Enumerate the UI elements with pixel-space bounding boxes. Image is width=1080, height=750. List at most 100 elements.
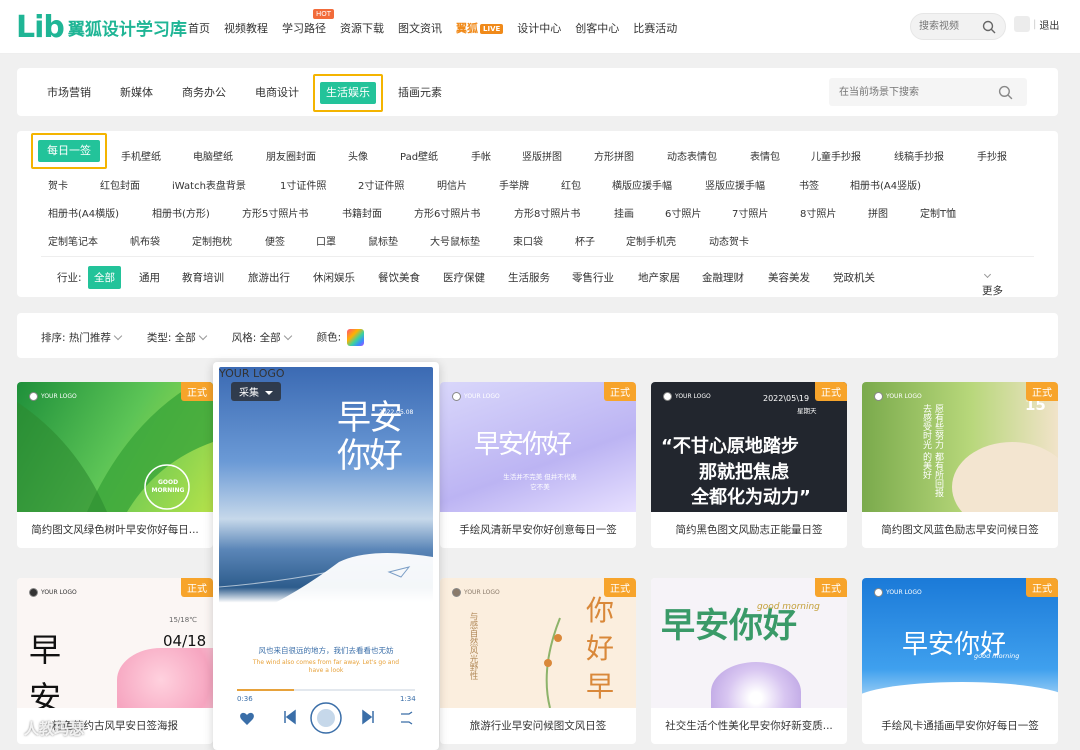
card-title[interactable]: 简约图文风蓝色励志早安问候日签 — [862, 512, 1058, 548]
tag-item[interactable]: 横版应援手幅 — [612, 177, 672, 192]
tag-item[interactable]: 书籍封面 — [342, 205, 382, 220]
tag-item[interactable]: 手机壁纸 — [121, 148, 161, 163]
template-card-hovered[interactable]: YOUR LOGO 2022.05.08 早安你好 风也来自很远的地方，我们去看… — [213, 362, 439, 750]
collect-button[interactable]: 采集 — [231, 382, 281, 401]
industry-item[interactable]: 零售行业 — [572, 270, 614, 285]
tag-item[interactable]: 拼图 — [868, 205, 888, 220]
tag-item[interactable]: 竖版拼图 — [522, 148, 562, 163]
template-card[interactable]: YOUR LOGO GOOD MORNING 正式 简约图文风绿色树叶早安你好每… — [17, 382, 213, 548]
tag-item[interactable]: 方形8寸照片书 — [514, 205, 580, 220]
tag-item[interactable]: 手举牌 — [499, 177, 529, 192]
logout-link[interactable]: 退出 — [1039, 17, 1059, 32]
card-thumbnail[interactable]: YOUR LOGO 早安 15/18℃ 04/18 — [17, 578, 213, 708]
nav-contest[interactable]: 比赛活动 — [633, 20, 677, 36]
nav-news[interactable]: 图文资讯 — [398, 20, 442, 36]
industry-item[interactable]: 旅游出行 — [248, 270, 290, 285]
tag-item[interactable]: 贺卡 — [48, 177, 68, 192]
nav-design-center[interactable]: 设计中心 — [517, 20, 561, 36]
tag-item[interactable]: 动态表情包 — [667, 148, 717, 163]
industry-item[interactable]: 生活服务 — [508, 270, 550, 285]
card-title[interactable]: 旅游行业早安问候图文风日签 — [440, 708, 636, 744]
tag-item[interactable]: 相册书(方形) — [152, 205, 210, 220]
tag-daily[interactable]: 每日一签 — [38, 140, 100, 162]
nav-maker-center[interactable]: 创客中心 — [575, 20, 619, 36]
tag-item[interactable]: 2寸证件照 — [358, 177, 404, 192]
card-thumbnail[interactable]: YOUR LOGO 与感自然风光野性 你好早 — [440, 578, 636, 708]
tag-item[interactable]: 书签 — [799, 177, 819, 192]
avatar[interactable] — [1014, 16, 1030, 32]
scene-tab-marketing[interactable]: 市场营销 — [47, 84, 91, 100]
tag-item[interactable]: 帆布袋 — [130, 233, 160, 248]
card-thumbnail[interactable]: YOUR LOGO GOOD MORNING — [17, 382, 213, 512]
nav-path[interactable]: 学习路径 HOT — [282, 9, 334, 36]
tag-item[interactable]: 定制T恤 — [920, 205, 956, 220]
industry-item[interactable]: 美容美发 — [768, 270, 810, 285]
tag-item[interactable]: 挂画 — [614, 205, 634, 220]
search-icon[interactable] — [982, 20, 996, 34]
card-thumbnail[interactable]: YOUR LOGO 15 愿有些努力 都有所回报 去感受时光 的美好 — [862, 382, 1058, 512]
top-search-input[interactable] — [919, 14, 981, 39]
template-card[interactable]: YOUR LOGO 与感自然风光野性 你好早 正式 旅游行业早安问候图文风日签 — [440, 578, 636, 744]
player-progress[interactable] — [237, 689, 415, 691]
tag-item[interactable]: 定制抱枕 — [192, 233, 232, 248]
tag-item[interactable]: 定制手机壳 — [626, 233, 676, 248]
industry-item[interactable]: 地产家居 — [638, 270, 680, 285]
card-title[interactable]: 简约黑色图文风励志正能量日签 — [651, 512, 847, 548]
sort-filter[interactable]: 排序: 热门推荐 — [41, 330, 123, 345]
tag-item[interactable]: 表情包 — [750, 148, 780, 163]
type-filter[interactable]: 类型: 全部 — [147, 330, 208, 345]
card-thumbnail[interactable]: YOUR LOGO 2022\05\19 星期天 “不甘心原地踏步 那就把焦虑 … — [651, 382, 847, 512]
tag-item[interactable]: 动态贺卡 — [709, 233, 749, 248]
tag-item[interactable]: 1寸证件照 — [280, 177, 326, 192]
tag-item[interactable]: 相册书(A4竖版) — [850, 177, 921, 192]
tag-item[interactable]: 8寸照片 — [800, 205, 836, 220]
industry-item[interactable]: 通用 — [139, 270, 160, 285]
tag-item[interactable]: 朋友圈封面 — [266, 148, 316, 163]
scene-tab-ecommerce[interactable]: 电商设计 — [255, 84, 299, 100]
tag-item[interactable]: 大号鼠标垫 — [430, 233, 480, 248]
tag-item[interactable]: 方形拼图 — [594, 148, 634, 163]
nav-download[interactable]: 资源下载 — [340, 20, 384, 36]
nav-live[interactable]: 翼狐 LIVE — [456, 20, 504, 36]
scene-search-input[interactable] — [829, 78, 979, 106]
industry-all[interactable]: 全部 — [88, 266, 121, 289]
tag-item[interactable]: 竖版应援手幅 — [705, 177, 765, 192]
nav-video[interactable]: 视频教程 — [224, 20, 268, 36]
card-title[interactable]: 简约图文风绿色树叶早安你好每日... — [17, 512, 213, 548]
template-card[interactable]: YOUR LOGO 早安你好 生活并不完美 但并不代表它不美 正式 手绘风清新早… — [440, 382, 636, 548]
card-title[interactable]: 手绘风卡通插画早安你好每日一签 — [862, 708, 1058, 744]
tag-item[interactable]: 方形5寸照片书 — [242, 205, 308, 220]
template-card[interactable]: YOUR LOGO 15 愿有些努力 都有所回报 去感受时光 的美好 正式 简约… — [862, 382, 1058, 548]
tag-item[interactable]: 束口袋 — [513, 233, 543, 248]
template-card[interactable]: 早安你好 good morning 正式 社交生活个性美化早安你好新变质... — [651, 578, 847, 744]
tag-item[interactable]: 鼠标垫 — [368, 233, 398, 248]
card-title[interactable]: 社交生活个性美化早安你好新变质... — [651, 708, 847, 744]
tag-item[interactable]: 便签 — [265, 233, 285, 248]
tag-item[interactable]: 电脑壁纸 — [193, 148, 233, 163]
tag-item[interactable]: 线稿手抄报 — [894, 148, 944, 163]
scene-tab-lifestyle[interactable]: 生活娱乐 — [320, 82, 376, 104]
tag-item[interactable]: Pad壁纸 — [400, 148, 438, 163]
scene-tab-illustration[interactable]: 插画元素 — [398, 84, 442, 100]
industry-item[interactable]: 医疗保健 — [443, 270, 485, 285]
industry-item[interactable]: 教育培训 — [182, 270, 224, 285]
style-filter[interactable]: 风格: 全部 — [232, 330, 292, 345]
tag-item[interactable]: iWatch表盘背景 — [172, 177, 246, 192]
scene-tab-business[interactable]: 商务办公 — [182, 84, 226, 100]
tag-item[interactable]: 6寸照片 — [665, 205, 701, 220]
industry-item[interactable]: 餐饮美食 — [378, 270, 420, 285]
card-thumbnail[interactable]: YOUR LOGO 早安你好 good morning — [862, 578, 1058, 708]
tag-item[interactable]: 方形6寸照片书 — [414, 205, 480, 220]
tag-item[interactable]: 明信片 — [437, 177, 467, 192]
tag-item[interactable]: 红包 — [561, 177, 581, 192]
color-swatch-icon[interactable] — [347, 329, 365, 346]
tag-item[interactable]: 头像 — [348, 148, 368, 163]
industry-more[interactable]: 更多 — [982, 270, 1003, 297]
industry-item[interactable]: 党政机关 — [833, 270, 875, 285]
tag-item[interactable]: 定制笔记本 — [48, 233, 98, 248]
template-card[interactable]: YOUR LOGO 早安你好 good morning 正式 手绘风卡通插画早安… — [862, 578, 1058, 744]
card-title[interactable]: 手绘风清新早安你好创意每日一签 — [440, 512, 636, 548]
tag-item[interactable]: 杯子 — [575, 233, 595, 248]
tag-item[interactable]: 红包封面 — [100, 177, 140, 192]
card-thumbnail[interactable]: YOUR LOGO 2022.05.08 早安你好 风也来自很远的地方，我们去看… — [219, 367, 433, 747]
